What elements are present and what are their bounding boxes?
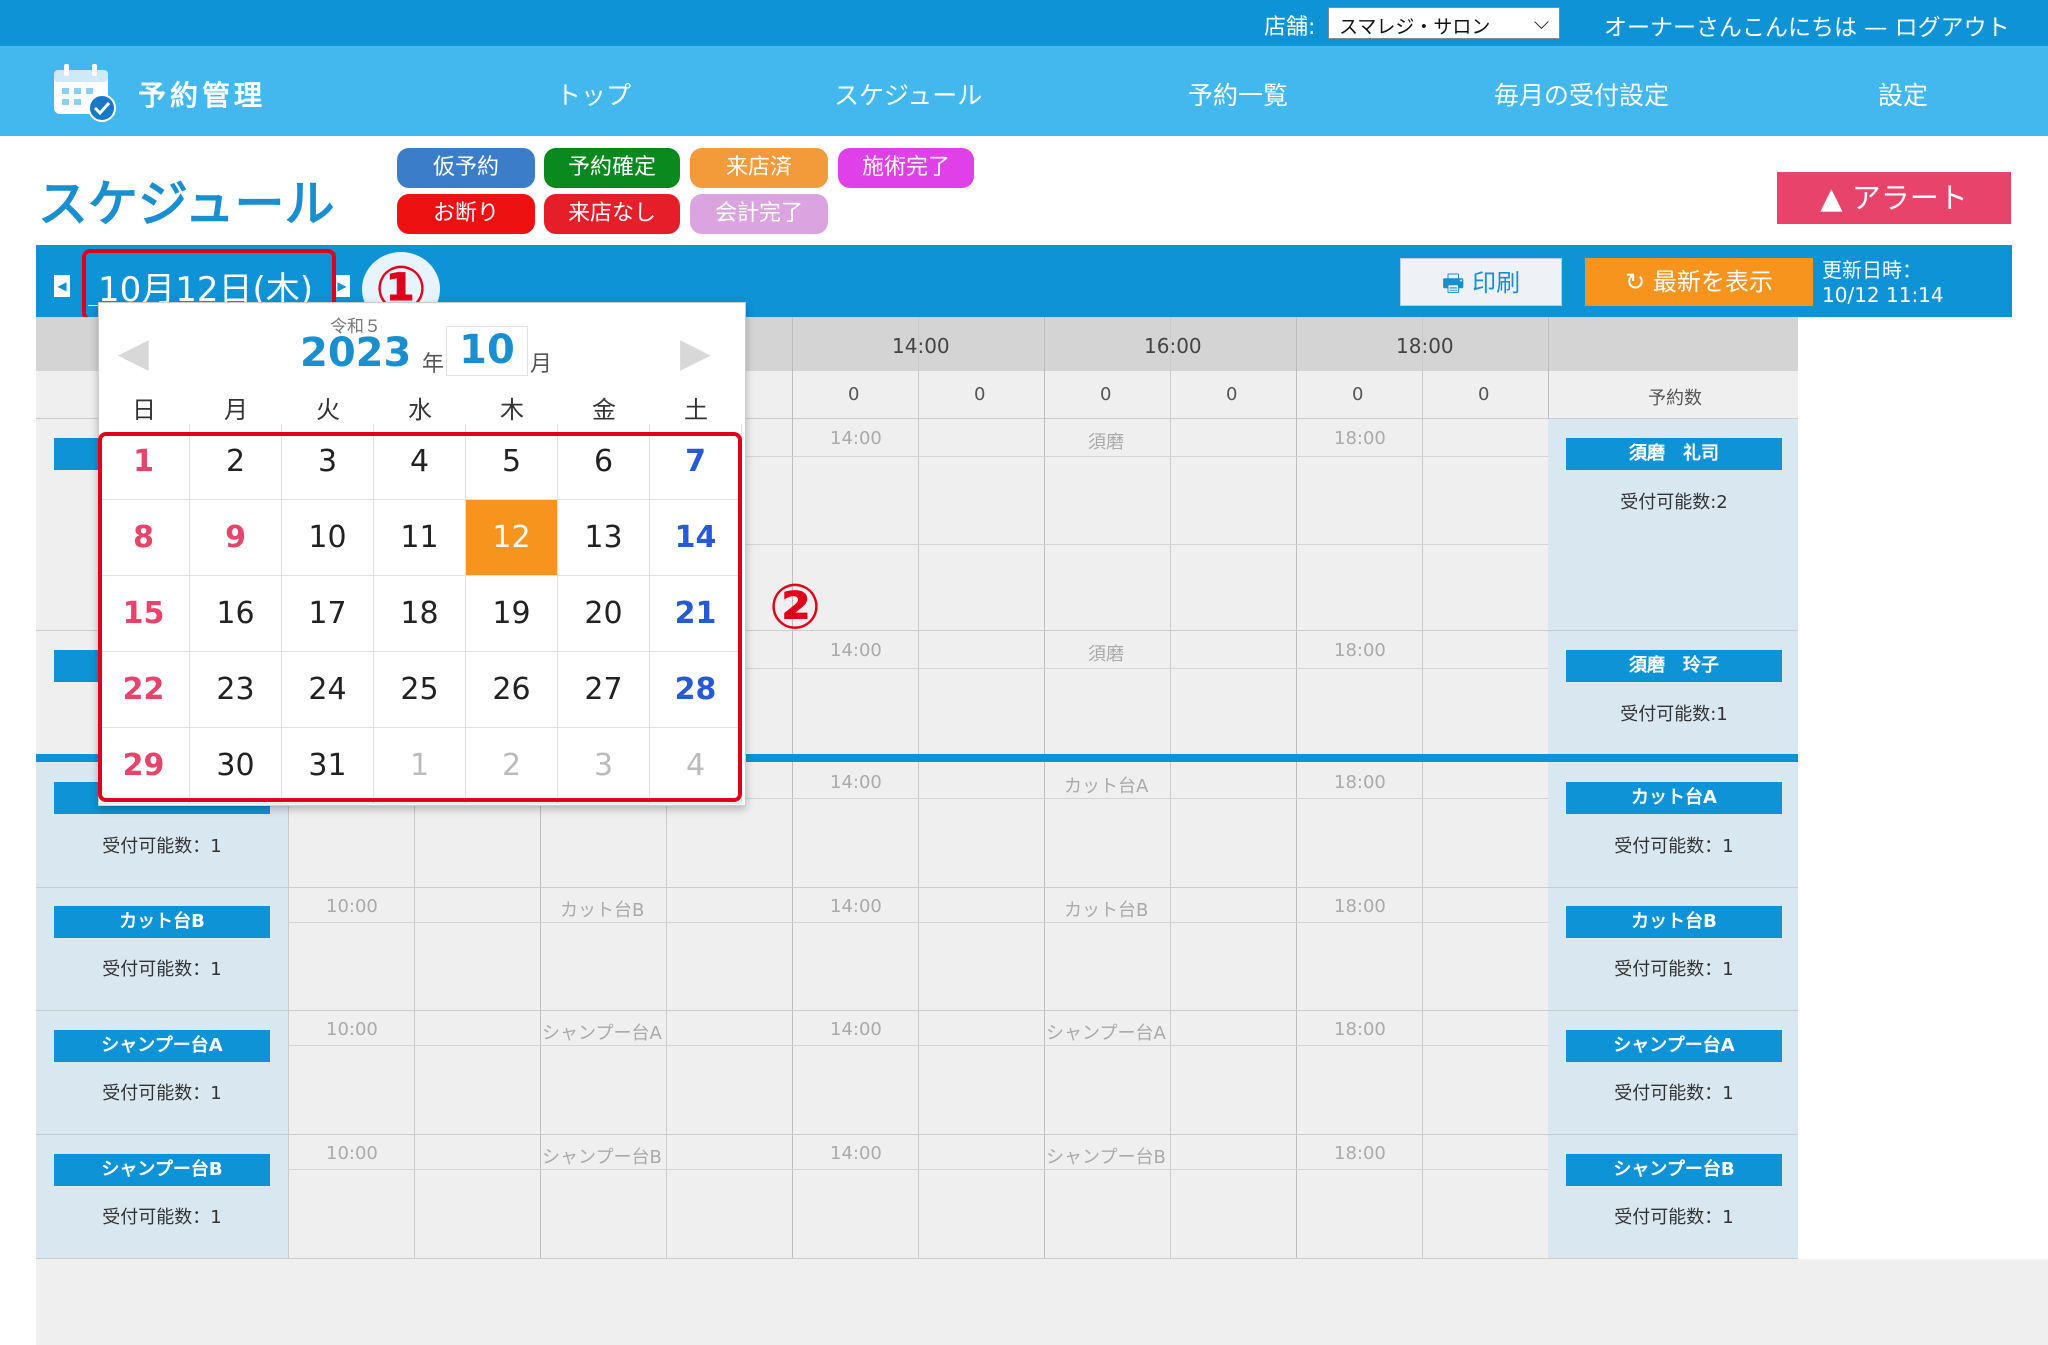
- top-bar: 店舗: スマレジ・サロン ⌵ オーナーさんこんにちは — ログアウト: [0, 0, 2048, 46]
- nav-item-settings[interactable]: 設定: [1878, 76, 1928, 112]
- annotation-marker-2: ②: [768, 570, 822, 643]
- count-value: 0: [974, 384, 986, 405]
- count-value: 0: [1478, 384, 1490, 405]
- time-header: 14:00: [892, 334, 950, 358]
- staff-capacity: 受付可能数:1: [1620, 704, 1728, 725]
- app-title: 予約管理: [138, 79, 267, 112]
- status-badge-tentative: 仮予約: [397, 148, 535, 188]
- month-suffix: 月: [530, 352, 553, 377]
- status-badge-paid: 会計完了: [690, 194, 828, 234]
- time-header: 16:00: [1144, 334, 1202, 358]
- nav-item-reservation-list[interactable]: 予約一覧: [1188, 76, 1288, 112]
- count-label: 予約数: [1648, 388, 1702, 409]
- count-value: 0: [848, 384, 860, 405]
- status-badge-treatment-done: 施術完了: [838, 148, 974, 188]
- status-badge-no-show: 来店なし: [544, 194, 680, 234]
- status-badge-visited: 来店済: [690, 148, 828, 188]
- year-selector[interactable]: 2023: [300, 330, 411, 376]
- updated-value: 10/12 11:14: [1822, 283, 1944, 307]
- next-day-icon[interactable]: ▶: [334, 275, 350, 297]
- main-nav: 予約管理 トップ スケジュール 予約一覧 毎月の受付設定 設定: [0, 46, 2048, 136]
- count-value: 0: [1100, 384, 1112, 405]
- warning-icon: ▲: [1820, 181, 1843, 215]
- page-title: スケジュール: [38, 175, 335, 233]
- next-month-icon[interactable]: ▶: [680, 330, 711, 376]
- slot-time[interactable]: 14:00: [830, 640, 882, 661]
- print-label: 印刷: [1472, 269, 1521, 297]
- status-badge-confirmed: 予約確定: [544, 148, 680, 188]
- greeting-logout-link[interactable]: オーナーさんこんにちは — ログアウト: [1604, 8, 2010, 42]
- weekday-header: 木: [500, 396, 524, 424]
- equipment-row: [36, 1011, 1798, 1135]
- refresh-icon: ↻: [1625, 268, 1646, 296]
- alert-label: アラート: [1851, 181, 1968, 215]
- month-selector[interactable]: 10: [446, 326, 528, 376]
- year-suffix: 年: [422, 352, 445, 377]
- alert-button[interactable]: ▲ アラート: [1777, 172, 2011, 224]
- store-select-value: スマレジ・サロン: [1339, 16, 1491, 38]
- weekday-header: 日: [132, 396, 156, 424]
- updated-time: 更新日時： 10/12 11:14: [1822, 258, 1944, 308]
- weekday-header: 火: [316, 396, 340, 424]
- store-select[interactable]: スマレジ・サロン ⌵: [1328, 7, 1560, 39]
- page-footer-area: [36, 1259, 2048, 1345]
- printer-icon: 🖶: [1441, 269, 1465, 297]
- count-value: 0: [1226, 384, 1238, 405]
- prev-month-icon[interactable]: ◀: [118, 330, 149, 376]
- weekday-header: 土: [684, 396, 708, 424]
- store-label: 店舗:: [1264, 15, 1316, 40]
- time-header: 18:00: [1396, 334, 1454, 358]
- nav-item-monthly-settings[interactable]: 毎月の受付設定: [1494, 76, 1669, 112]
- equipment-row: [36, 1135, 1798, 1259]
- calendar-check-icon: [52, 62, 116, 122]
- refresh-label: 最新を表示: [1652, 268, 1773, 296]
- equipment-row: [36, 888, 1798, 1011]
- status-badge-declined: お断り: [397, 194, 535, 234]
- updated-label: 更新日時：: [1822, 258, 1922, 282]
- staff-tag-left[interactable]: [54, 650, 98, 682]
- print-button[interactable]: 🖶 印刷: [1400, 258, 1562, 306]
- highlight-box-calendar: [98, 432, 742, 802]
- prev-day-icon[interactable]: ◀: [54, 275, 70, 297]
- staff-tag[interactable]: 須磨 玲子: [1566, 650, 1782, 682]
- slot-label[interactable]: 須磨: [1088, 640, 1124, 666]
- nav-item-schedule[interactable]: スケジュール: [834, 76, 982, 112]
- nav-item-top[interactable]: トップ: [556, 76, 631, 112]
- count-value: 0: [1352, 384, 1364, 405]
- refresh-button[interactable]: ↻ 最新を表示: [1585, 258, 1813, 306]
- slot-time[interactable]: 18:00: [1334, 640, 1386, 661]
- weekday-header: 月: [224, 396, 248, 424]
- weekday-header: 水: [408, 396, 432, 424]
- chevron-down-icon: ⌵: [1533, 10, 1549, 34]
- weekday-header: 金: [592, 396, 616, 424]
